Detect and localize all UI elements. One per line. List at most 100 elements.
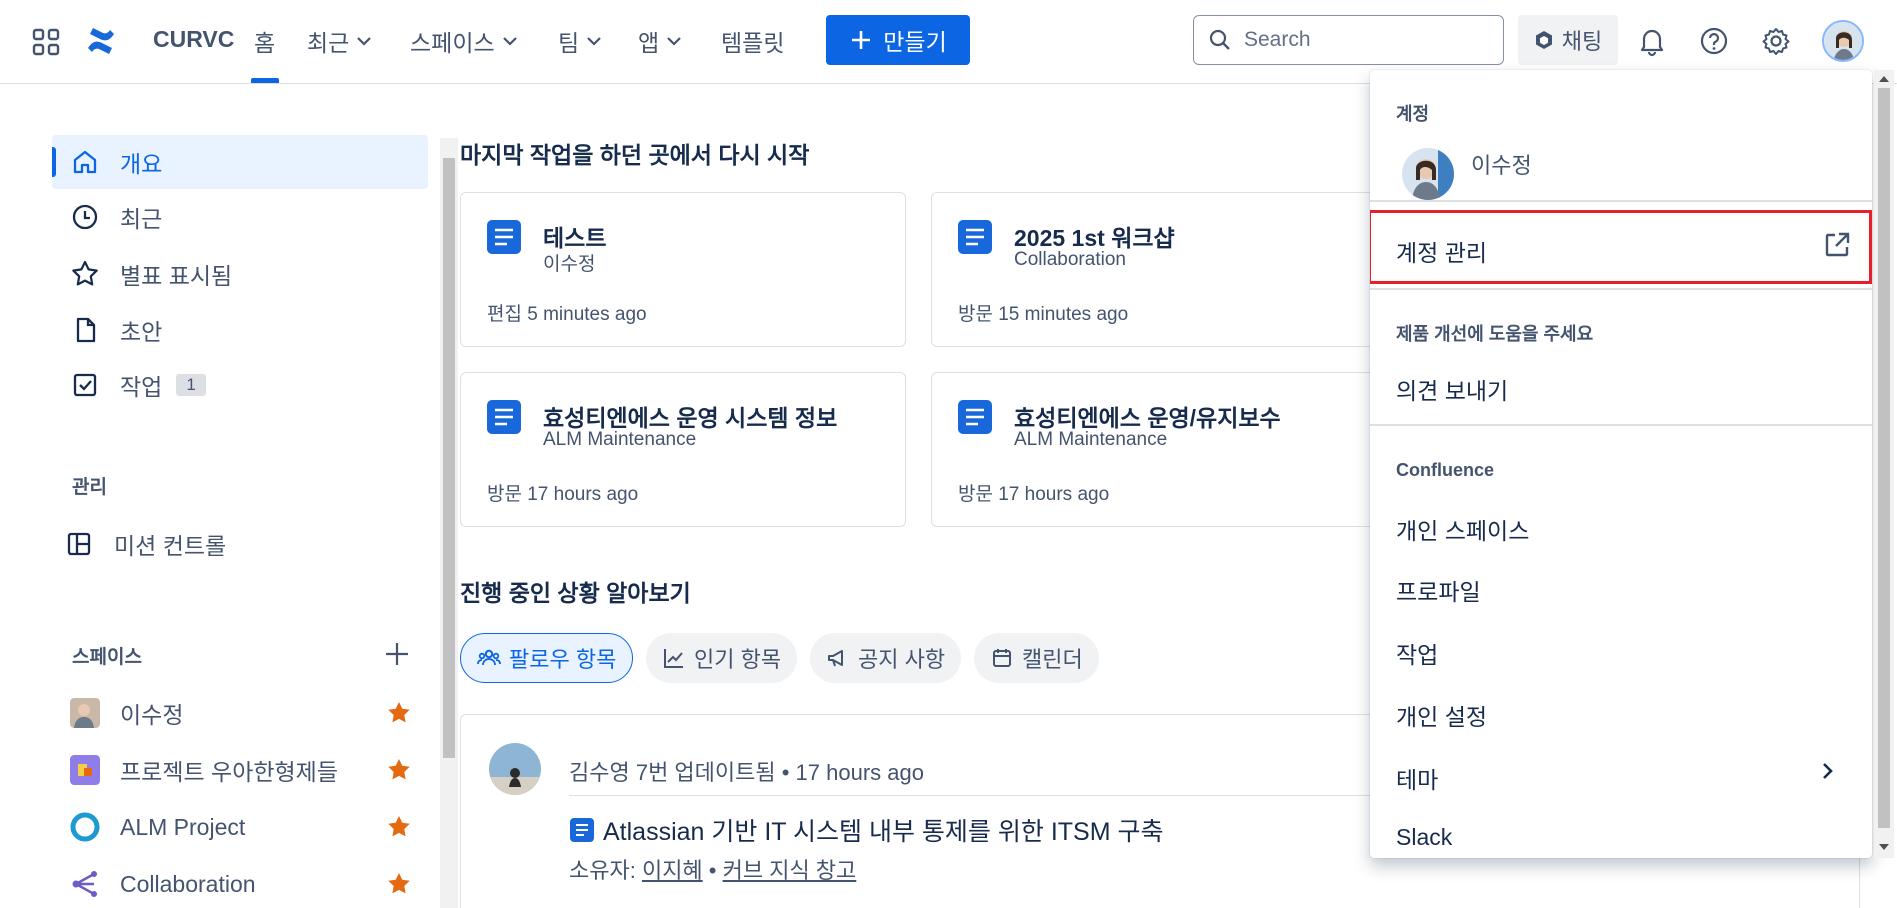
spaces-heading: 스페이스	[72, 647, 142, 668]
scroll-down-arrow-icon[interactable]	[1879, 844, 1889, 850]
home-icon	[73, 150, 97, 174]
chip-calendar[interactable]: 캘린더	[974, 633, 1099, 683]
page-document-icon	[958, 400, 992, 434]
chat-button[interactable]: 채팅	[1518, 15, 1618, 65]
nav-recent[interactable]: 최근	[307, 24, 373, 58]
send-feedback-item[interactable]: 의견 보내기	[1396, 372, 1508, 406]
nav-apps[interactable]: 앱	[638, 24, 683, 58]
profile-item[interactable]: 프로파일	[1396, 573, 1481, 607]
recent-page-card[interactable]: 테스트 이수정 편집 5 minutes ago	[460, 192, 906, 347]
chevron-right-icon	[1823, 763, 1833, 779]
nav-templates[interactable]: 템플릿	[721, 24, 784, 58]
add-space-plus-icon[interactable]	[383, 640, 411, 668]
nav-recent-label: 최근	[307, 30, 350, 56]
sidebar-item-mission-control[interactable]: 미션 컨트롤	[52, 517, 428, 571]
chip-label: 인기 항목	[694, 647, 782, 672]
card-title: 2025 1st 워크샵	[1014, 225, 1175, 251]
chip-label: 공지 사항	[858, 647, 946, 672]
chevron-down-icon	[667, 37, 681, 46]
search-input[interactable]: Search	[1193, 15, 1504, 65]
tasks-item[interactable]: 작업	[1396, 636, 1438, 670]
recent-page-card[interactable]: 2025 1st 워크샵 Collaboration 방문 15 minutes…	[931, 192, 1377, 347]
user-avatar-image	[1402, 148, 1454, 200]
recent-page-card[interactable]: 효성티엔에스 운영 시스템 정보 ALM Maintenance 방문 17 h…	[460, 372, 906, 527]
sidebar-item-recent[interactable]: 최근	[52, 190, 428, 244]
nav-active-indicator	[251, 78, 279, 83]
card-space: ALM Maintenance	[543, 429, 697, 450]
user-avatar-image	[489, 743, 541, 795]
scrollbar-thumb[interactable]	[1878, 88, 1890, 828]
app-switcher-icon[interactable]	[30, 26, 62, 58]
nav-apps-label: 앱	[638, 30, 660, 56]
feed-user-avatar[interactable]	[489, 743, 541, 795]
theme-item[interactable]: 테마	[1396, 761, 1438, 795]
space-item-label: 프로젝트 우아한형제들	[120, 759, 338, 785]
scrollbar-thumb[interactable]	[443, 158, 455, 758]
confluence-logo-icon[interactable]	[84, 24, 118, 58]
starred-icon[interactable]	[386, 757, 412, 783]
account-avatar	[1402, 148, 1454, 200]
sidebar-item-overview[interactable]: 개요	[52, 135, 428, 189]
space-avatar-icon	[70, 698, 100, 728]
card-space: Collaboration	[1014, 249, 1126, 270]
personal-space-item[interactable]: 개인 스페이스	[1396, 512, 1529, 546]
owner-prefix: 소유자:	[569, 858, 642, 883]
sidebar-item-drafts[interactable]: 초안	[52, 303, 428, 357]
nav-home[interactable]: 홈	[254, 24, 275, 58]
plus-icon	[852, 31, 871, 49]
settings-gear-icon[interactable]	[1759, 24, 1793, 58]
starred-icon[interactable]	[386, 700, 412, 726]
confluence-heading: Confluence	[1396, 460, 1495, 480]
chevron-down-icon	[357, 37, 372, 46]
site-name[interactable]: CURVC	[153, 26, 234, 53]
create-button[interactable]: 만들기	[826, 15, 970, 65]
nav-spaces-label: 스페이스	[410, 30, 495, 56]
sidebar-item-tasks[interactable]: 작업 1	[52, 358, 428, 412]
space-item-woowahan[interactable]: 프로젝트 우아한형제들	[52, 745, 422, 795]
owner-link[interactable]: 이지혜	[642, 858, 703, 883]
chevron-down-icon	[587, 37, 601, 46]
space-link[interactable]: 커브 지식 창고	[723, 858, 857, 883]
feed-page-link[interactable]: Atlassian 기반 IT 시스템 내부 통제를 위한 ITSM 구축	[569, 812, 1164, 848]
space-avatar-icon	[70, 869, 100, 899]
space-item-label: Collaboration	[120, 870, 256, 897]
feed-header-text: 김수영 7번 업데이트됨 • 17 hours ago	[569, 760, 924, 785]
draft-icon	[76, 317, 96, 343]
chip-popular[interactable]: 인기 항목	[646, 633, 798, 683]
help-icon[interactable]	[1697, 24, 1731, 58]
chip-label: 캘린더	[1022, 647, 1083, 672]
people-icon	[477, 649, 501, 666]
card-title: 효성티엔에스 운영/유지보수	[1014, 405, 1281, 431]
dropdown-scrollbar[interactable]	[1874, 70, 1894, 858]
sidebar-item-label: 개요	[120, 151, 163, 177]
task-count-badge: 1	[176, 374, 206, 396]
sidebar-item-label: 최근	[120, 206, 163, 232]
nav-teams[interactable]: 팀	[558, 24, 603, 58]
page-document-icon	[570, 818, 594, 842]
chip-following[interactable]: 팔로우 항목	[460, 633, 634, 683]
star-icon	[72, 260, 98, 286]
personal-settings-item[interactable]: 개인 설정	[1396, 698, 1487, 732]
space-item-leesujeong[interactable]: 이수정	[52, 688, 422, 738]
progress-section-title: 진행 중인 상황 알아보기	[460, 580, 691, 606]
scroll-up-arrow-icon[interactable]	[1879, 76, 1889, 82]
user-avatar-image	[1824, 22, 1862, 60]
space-item-collaboration[interactable]: Collaboration	[52, 859, 422, 908]
nav-spaces[interactable]: 스페이스	[410, 24, 519, 58]
profile-avatar-button[interactable]	[1822, 20, 1864, 62]
slack-item[interactable]: Slack	[1396, 824, 1452, 851]
sidebar-scrollbar[interactable]	[440, 138, 458, 908]
recent-page-card[interactable]: 효성티엔에스 운영/유지보수 ALM Maintenance 방문 17 hou…	[931, 372, 1377, 527]
chart-line-icon	[664, 649, 683, 668]
space-item-alm-project[interactable]: ALM Project	[52, 802, 422, 852]
card-title: 효성티엔에스 운영 시스템 정보	[543, 405, 838, 431]
sidebar-item-starred[interactable]: 별표 표시됨	[52, 247, 428, 301]
chip-label: 팔로우 항목	[509, 647, 617, 672]
notifications-bell-icon[interactable]	[1635, 24, 1669, 58]
card-meta: 편집 5 minutes ago	[487, 304, 647, 325]
chip-announcements[interactable]: 공지 사항	[810, 633, 962, 683]
search-icon	[1209, 29, 1230, 50]
feed-page-title: Atlassian 기반 IT 시스템 내부 통제를 위한 ITSM 구축	[603, 818, 1164, 846]
starred-icon[interactable]	[386, 871, 412, 897]
starred-icon[interactable]	[386, 814, 412, 840]
